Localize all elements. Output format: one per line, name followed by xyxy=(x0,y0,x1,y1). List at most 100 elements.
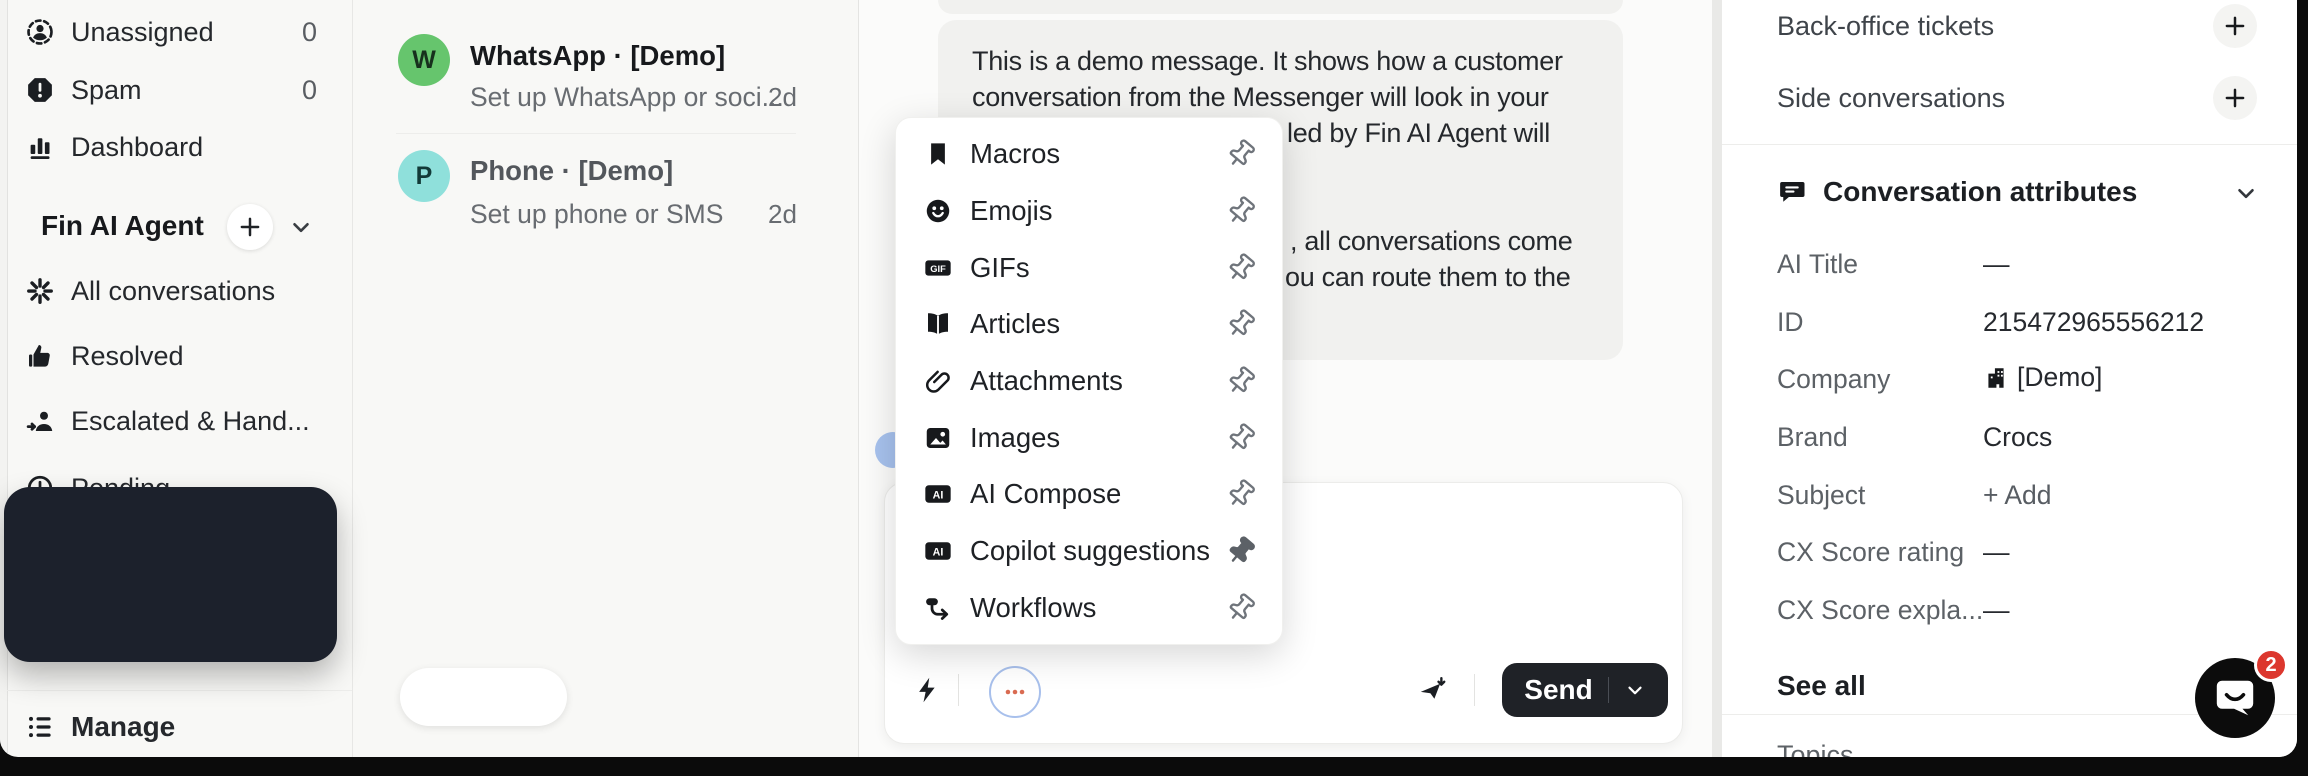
menu-item-gifs[interactable]: GIFs xyxy=(896,239,1282,296)
attribute-value-cx-score-rating[interactable]: — xyxy=(1983,537,2010,568)
composer-divider xyxy=(958,674,959,706)
pin-icon[interactable] xyxy=(1226,479,1256,509)
pin-icon[interactable] xyxy=(1226,366,1256,396)
sidebar-item-label: Resolved xyxy=(71,340,184,371)
conversation-row-whatsapp[interactable]: W WhatsApp · [Demo] Set up WhatsApp or s… xyxy=(380,18,820,130)
details-divider xyxy=(1722,144,2297,145)
sidebar-item-label: Escalated & Hand... xyxy=(71,405,310,436)
menu-item-workflows[interactable]: Workflows xyxy=(896,579,1282,636)
conversation-preview: Set up phone or SMS xyxy=(470,199,724,229)
send-later-button[interactable] xyxy=(1417,675,1447,705)
sidebar-item-dashboard[interactable]: Dashboard xyxy=(23,125,353,169)
message-line-1: This is a demo message. It shows how a c… xyxy=(972,46,1563,76)
sidebar-item-spam[interactable]: Spam 0 xyxy=(23,68,353,112)
layout-toggle xyxy=(400,668,567,726)
menu-item-copilot-suggestions[interactable]: Copilot suggestions xyxy=(896,523,1282,580)
spam-icon xyxy=(23,73,57,107)
attribute-value-subject-add[interactable]: + Add xyxy=(1983,480,2052,511)
pin-filled-icon[interactable] xyxy=(1226,536,1256,566)
sidebar-item-escalated[interactable]: Escalated & Hand... xyxy=(23,399,353,443)
manage-list-icon xyxy=(23,710,57,744)
see-all-link[interactable]: See all xyxy=(1777,670,1866,702)
building-icon xyxy=(1983,365,2009,391)
notification-badge[interactable]: 2 xyxy=(2254,648,2288,682)
ai-badge-icon xyxy=(922,535,954,567)
avatar: P xyxy=(398,150,450,202)
add-back-office-ticket-button[interactable] xyxy=(2213,4,2257,48)
image-icon xyxy=(922,422,954,454)
ai-badge-icon xyxy=(922,478,954,510)
ellipsis-icon xyxy=(1002,679,1028,705)
conversation-time: 2d xyxy=(768,82,797,112)
pin-icon[interactable] xyxy=(1226,423,1256,453)
pin-icon[interactable] xyxy=(1226,139,1256,169)
conversation-row-phone[interactable]: P Phone · [Demo] Set up phone or SMS 2d xyxy=(380,140,820,252)
menu-item-macros[interactable]: Macros xyxy=(896,126,1282,183)
thumbs-up-icon xyxy=(23,339,57,373)
sidebar-item-count: 0 xyxy=(301,74,317,105)
attribute-label-company: Company xyxy=(1777,364,1891,394)
back-office-tickets-label[interactable]: Back-office tickets xyxy=(1777,11,1994,42)
menu-item-emojis[interactable]: Emojis xyxy=(896,183,1282,240)
conversation-divider xyxy=(396,133,796,134)
menu-item-articles[interactable]: Articles xyxy=(896,296,1282,353)
get-set-up-card[interactable]: Get set up Set up channels to connect wi… xyxy=(4,487,337,662)
attributes-header-label: Conversation attributes xyxy=(1823,176,2138,207)
menu-item-images[interactable]: Images xyxy=(896,409,1282,466)
menu-item-attachments[interactable]: Attachments xyxy=(896,353,1282,410)
previous-message-bubble-fragment xyxy=(938,0,1623,14)
message-line-4-fragment: , all conversations come xyxy=(1290,226,1573,256)
topics-label: Topics xyxy=(1777,740,1854,757)
conversation-title: WhatsApp · [Demo] xyxy=(470,40,726,71)
sidebar-item-unassigned[interactable]: Unassigned 0 xyxy=(23,10,353,54)
attribute-value-company[interactable]: [Demo] xyxy=(1983,362,2102,393)
message-line-2: conversation from the Messenger will loo… xyxy=(972,82,1549,112)
attribute-value-ai-title[interactable]: — xyxy=(1983,249,2010,280)
manage-label: Manage xyxy=(71,711,176,742)
sidebar-item-label: All conversations xyxy=(71,275,276,306)
sidebar-item-resolved[interactable]: Resolved xyxy=(23,334,353,378)
fin-ai-agent-section-title: Fin AI Agent xyxy=(41,210,204,241)
fin-add-button[interactable] xyxy=(227,204,273,250)
dashboard-icon xyxy=(23,130,57,164)
conversation-attributes-header[interactable]: Conversation attributes xyxy=(1777,176,2137,208)
escalated-person-icon xyxy=(23,404,57,438)
attribute-value-id[interactable]: 215472965556212 xyxy=(1983,307,2204,338)
pin-icon[interactable] xyxy=(1226,309,1256,339)
menu-item-ai-compose[interactable]: AI Compose xyxy=(896,466,1282,523)
sidebar-item-count: 0 xyxy=(301,16,317,47)
pin-icon[interactable] xyxy=(1226,593,1256,623)
insert-menu-button[interactable] xyxy=(989,666,1041,718)
pin-icon[interactable] xyxy=(1226,253,1256,283)
fin-section-chevron-down-icon[interactable] xyxy=(288,214,314,240)
sidebar-footer-divider xyxy=(7,690,352,691)
insert-popup-menu: Macros Emojis GIFs Articles Attachments xyxy=(895,117,1283,645)
add-side-conversation-button[interactable] xyxy=(2213,76,2257,120)
sidebar-item-label: Unassigned xyxy=(71,16,214,47)
conversation-title: Phone · [Demo] xyxy=(470,155,674,186)
message-line-5-fragment: ou can route them to the xyxy=(1285,262,1571,292)
attribute-label-cx-score-rating: CX Score rating xyxy=(1777,537,1965,567)
pin-icon[interactable] xyxy=(1226,196,1256,226)
macro-bolt-button[interactable] xyxy=(913,675,943,705)
attributes-chevron-down-icon[interactable] xyxy=(2233,180,2259,206)
screenshot-root: Unassigned 0 Spam 0 Dashboard Fin AI Age… xyxy=(0,0,2308,776)
chat-lines-icon xyxy=(1777,177,1807,207)
sidebar-item-all-conversations[interactable]: All conversations xyxy=(23,269,353,313)
attribute-value-cx-score-explanation[interactable]: — xyxy=(1983,595,2010,626)
intercom-burst-icon xyxy=(23,274,57,308)
send-label: Send xyxy=(1524,674,1593,705)
send-options-chevron-down-icon[interactable] xyxy=(1624,679,1646,701)
attribute-value-brand[interactable]: Crocs xyxy=(1983,422,2052,453)
message-line-3-fragment: led by Fin AI Agent will xyxy=(1287,118,1550,148)
messenger-icon xyxy=(2212,675,2258,721)
side-conversations-label[interactable]: Side conversations xyxy=(1777,83,2005,114)
book-icon xyxy=(922,308,954,340)
sidebar-item-label: Dashboard xyxy=(71,131,204,162)
unassigned-person-icon xyxy=(23,15,57,49)
send-button[interactable]: Send xyxy=(1502,663,1668,717)
manage-button[interactable]: Manage xyxy=(23,705,353,749)
attribute-label-ai-title: AI Title xyxy=(1777,249,1859,279)
gif-badge-icon xyxy=(922,252,954,284)
conversation-preview: Set up WhatsApp or soci... xyxy=(470,82,784,112)
